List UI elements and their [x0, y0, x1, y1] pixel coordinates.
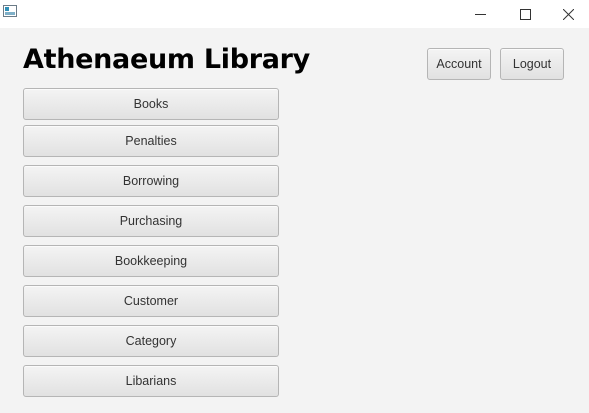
bookkeeping-button[interactable]: Bookkeeping	[23, 245, 279, 277]
penalties-button[interactable]: Penalties	[23, 125, 279, 157]
main-content: Athenaeum Library Account Logout Books P…	[0, 28, 589, 413]
borrowing-button[interactable]: Borrowing	[23, 165, 279, 197]
maximize-icon	[520, 8, 531, 20]
librarians-button[interactable]: Libarians	[23, 365, 279, 397]
account-button[interactable]: Account	[427, 48, 491, 80]
close-button[interactable]	[548, 0, 589, 28]
app-window-icon	[3, 5, 17, 17]
purchasing-button[interactable]: Purchasing	[23, 205, 279, 237]
maximize-button[interactable]	[503, 0, 548, 28]
minimize-button[interactable]	[458, 0, 503, 28]
close-icon	[563, 8, 574, 20]
customer-button[interactable]: Customer	[23, 285, 279, 317]
logout-button[interactable]: Logout	[500, 48, 564, 80]
title-bar[interactable]	[0, 0, 589, 28]
page-title: Athenaeum Library	[23, 44, 310, 75]
app-window: Athenaeum Library Account Logout Books P…	[0, 0, 589, 413]
category-button[interactable]: Category	[23, 325, 279, 357]
books-button[interactable]: Books	[23, 88, 279, 120]
minimize-icon	[475, 13, 486, 15]
